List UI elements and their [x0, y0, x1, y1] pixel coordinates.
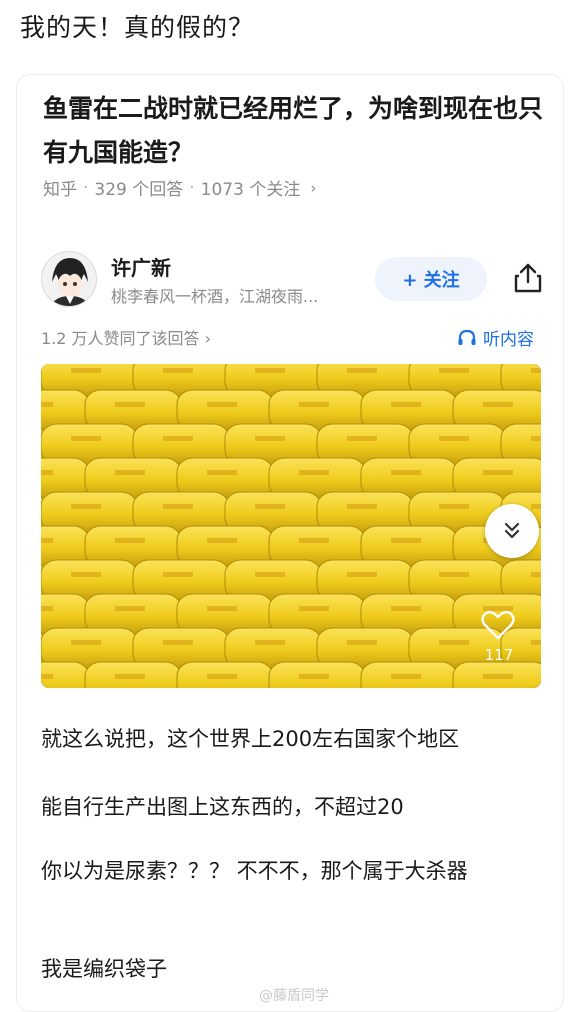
sack-print-mark: [41, 402, 53, 407]
yellow-sacks-image: [41, 364, 541, 688]
sack-print-mark: [41, 470, 53, 475]
sack-print-mark: [163, 572, 193, 577]
sack-print-mark: [71, 572, 101, 577]
sack-print-mark: [255, 504, 285, 509]
separator-dot: ·: [83, 177, 89, 198]
sack-print-mark: [391, 674, 421, 679]
like-count: 117: [484, 646, 514, 664]
sack-print-mark: [255, 436, 285, 441]
sack-print-mark: [299, 674, 329, 679]
sack-print-mark: [115, 674, 145, 679]
sack-print-mark: [255, 572, 285, 577]
sack-print-mark: [163, 640, 193, 645]
sack-print-mark: [207, 674, 237, 679]
double-chevron-down-icon: [504, 522, 520, 539]
listen-label: 听内容: [483, 330, 534, 350]
answer-paragraph: 我是编织袋子: [41, 957, 167, 981]
sack-print-mark: [483, 470, 513, 475]
sack-print-mark: [255, 640, 285, 645]
question-title[interactable]: 鱼雷在二战时就已经用烂了，为啥到现在也只有九国能造？: [43, 87, 543, 175]
sack-print-mark: [115, 538, 145, 543]
avatar[interactable]: [41, 251, 97, 307]
sack-print-mark: [347, 436, 377, 441]
sack-print-mark: [115, 470, 145, 475]
separator-dot: ·: [189, 177, 195, 198]
sack-print-mark: [531, 368, 541, 373]
heart-icon[interactable]: [481, 610, 515, 640]
sack-print-mark: [531, 572, 541, 577]
author-bio: 桃李春风一杯酒，江湖夜雨...: [111, 287, 319, 306]
sack-print-mark: [299, 470, 329, 475]
sack-print-mark: [483, 674, 513, 679]
answer-paragraph: 能自行生产出图上这东西的，不超过20: [41, 795, 404, 819]
sack-print-mark: [391, 538, 421, 543]
sack-print-mark: [207, 606, 237, 611]
sack-print-mark: [347, 504, 377, 509]
weibo-watermark: @藤盾同学: [259, 985, 329, 1005]
sack-print-mark: [439, 640, 469, 645]
sack-print-mark: [531, 640, 541, 645]
sack-print-mark: [207, 538, 237, 543]
question-meta[interactable]: 知乎 · 329 个回答 · 1073 个关注 ›: [43, 175, 317, 201]
sack-print-mark: [115, 402, 145, 407]
sack-print-mark: [115, 606, 145, 611]
answer-count: 329 个回答: [94, 180, 184, 200]
sack-print-mark: [71, 436, 101, 441]
answer-paragraph: 就这么说把，这个世界上200左右国家个地区: [41, 727, 460, 751]
sack-print-mark: [439, 572, 469, 577]
sack-print-mark: [207, 470, 237, 475]
sack-print-mark: [531, 436, 541, 441]
sack-print-mark: [299, 402, 329, 407]
sack-print-mark: [41, 538, 53, 543]
scroll-down-button[interactable]: [485, 504, 539, 558]
sack-print-mark: [41, 606, 53, 611]
post-caption: 我的天！真的假的？: [20, 13, 255, 42]
follower-count: 1073 个关注: [200, 180, 301, 200]
sack-print-mark: [347, 572, 377, 577]
sack-print-mark: [163, 504, 193, 509]
sack-print-mark: [347, 640, 377, 645]
share-icon[interactable]: [511, 261, 545, 295]
upvote-summary[interactable]: 1.2 万人赞同了该回答 ›: [41, 325, 211, 349]
sack-print-mark: [71, 640, 101, 645]
sack-print-mark: [391, 402, 421, 407]
sack-print-mark: [41, 674, 53, 679]
sack-print-mark: [531, 504, 541, 509]
source-label: 知乎: [43, 180, 77, 200]
author-name[interactable]: 许广新: [111, 252, 171, 281]
sack-print-mark: [163, 436, 193, 441]
sack-print-mark: [439, 504, 469, 509]
follow-button[interactable]: + 关注: [375, 257, 487, 301]
sack-print-mark: [299, 538, 329, 543]
sack-print-mark: [163, 368, 193, 373]
answer-paragraph: 你以为是尿素？？？ 不不不，那个属于大杀器: [41, 859, 468, 883]
sack-print-mark: [391, 606, 421, 611]
listen-button[interactable]: 听内容: [457, 325, 534, 350]
avatar-illustration: [42, 252, 96, 306]
sack-print-mark: [439, 368, 469, 373]
zhihu-answer-card[interactable]: 鱼雷在二战时就已经用烂了，为啥到现在也只有九国能造？ 知乎 · 329 个回答 …: [16, 74, 564, 1012]
author-row: 许广新 桃李春风一杯酒，江湖夜雨... + 关注: [41, 251, 551, 309]
answer-photo[interactable]: 117: [41, 364, 541, 688]
sack-print-mark: [347, 368, 377, 373]
sack-print-mark: [71, 368, 101, 373]
watermark-text: @藤盾同学: [259, 988, 329, 1004]
chevron-right-icon: ›: [310, 178, 317, 197]
sack-print-mark: [483, 402, 513, 407]
sack-print-mark: [255, 368, 285, 373]
sack-print-mark: [71, 504, 101, 509]
headphones-icon: [458, 329, 476, 345]
sack-print-mark: [391, 470, 421, 475]
sack-print-mark: [299, 606, 329, 611]
sack-print-mark: [439, 436, 469, 441]
sack-print-mark: [207, 402, 237, 407]
